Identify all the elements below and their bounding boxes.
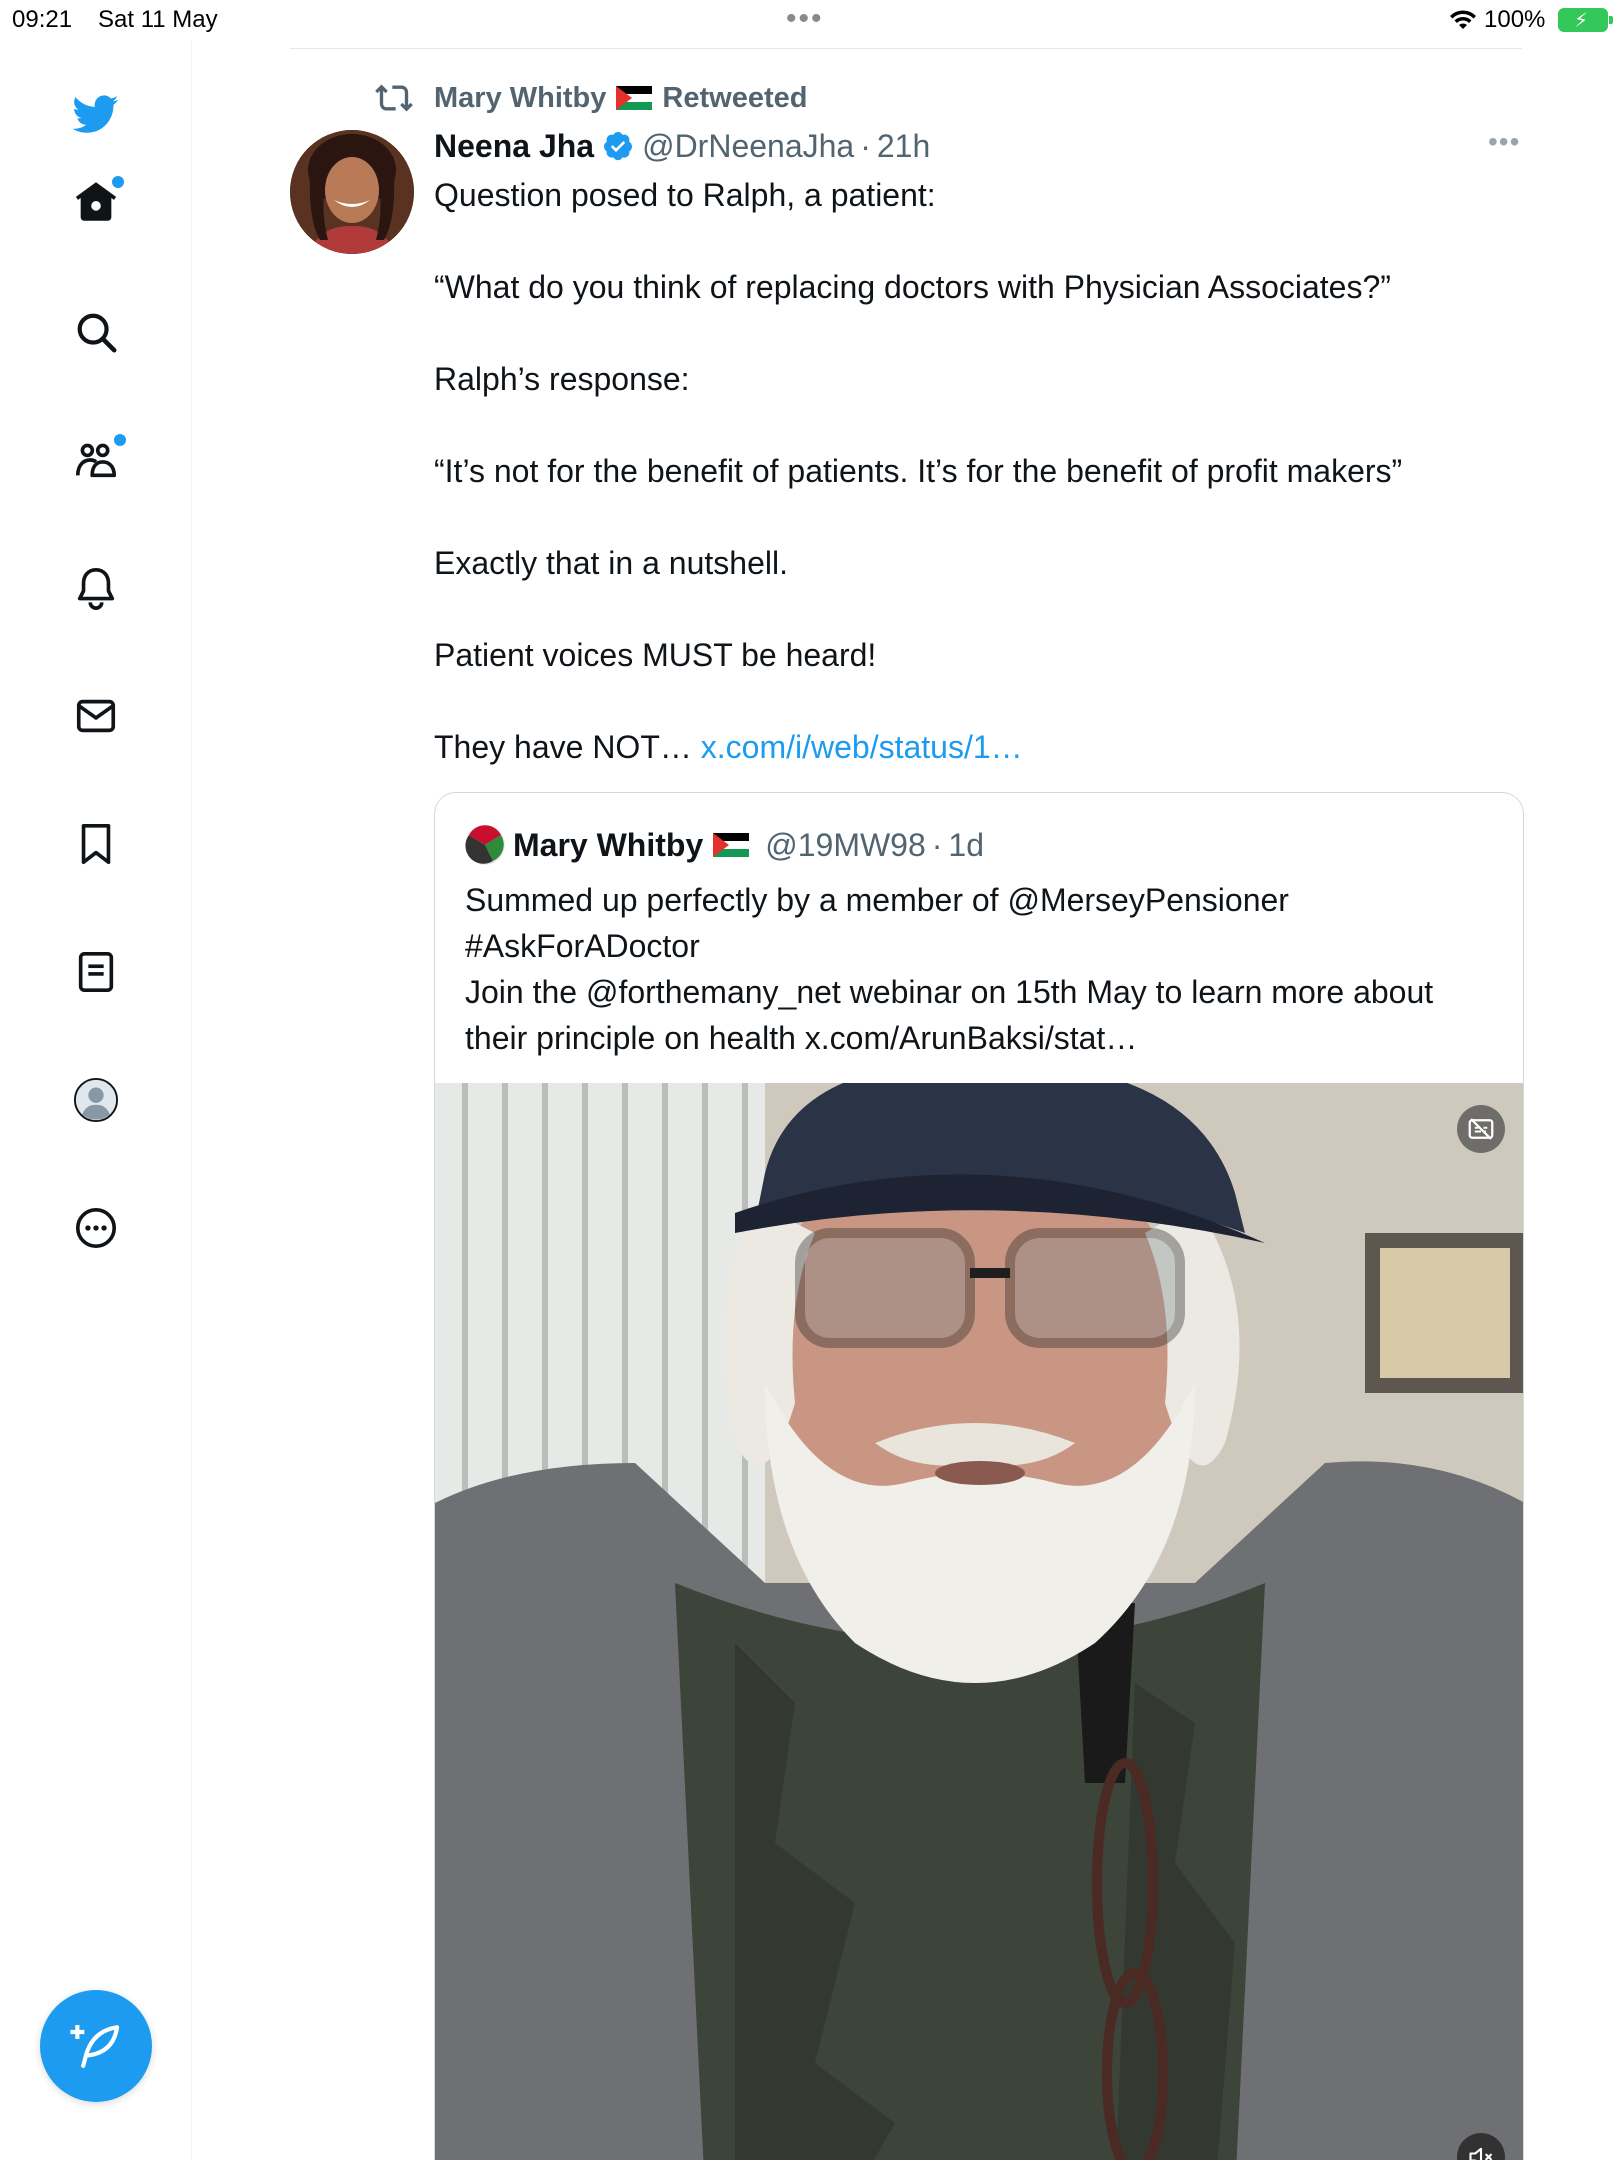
quoted-author-avatar[interactable] (465, 825, 505, 865)
status-bar: 09:21 Sat 11 May ••• 100% ⚡ (0, 0, 1620, 40)
nav-bookmarks[interactable] (66, 814, 126, 874)
tweet-header: Neena Jha @DrNeenaJha · 21h (434, 124, 930, 168)
verified-badge-icon (604, 132, 633, 161)
tweet-text-line: Question posed to Ralph, a patient: (434, 177, 936, 213)
tweet-text-gap (434, 218, 1534, 264)
quoted-header-separator: · (931, 826, 943, 863)
tweet-more-button[interactable]: ••• (1488, 126, 1524, 166)
quoted-text-line: Summed up perfectly by a member of @Mers… (465, 882, 1289, 918)
quoted-tweet-timestamp: 1d (948, 826, 985, 863)
tweet-text-line: Exactly that in a nutshell. (434, 545, 788, 581)
captions-icon (1468, 1118, 1494, 1140)
wifi-icon (1450, 10, 1476, 29)
tweet-body: Question posed to Ralph, a patient: “Wha… (434, 172, 1534, 770)
twitter-logo-icon[interactable] (66, 84, 126, 144)
palestine-flag-icon (713, 833, 750, 857)
tweet-text-last-line: They have NOT… x.com/i/web/status/1… (434, 724, 1534, 770)
retweeter-name[interactable]: Mary Whitby (434, 82, 606, 115)
quoted-tweet[interactable]: Mary Whitby @19MW98 · 1d Summed up perfe… (434, 792, 1524, 2160)
nav-messages[interactable] (66, 686, 126, 746)
quoted-text-line: Join the @forthemany_net webinar on 15th… (465, 974, 1434, 1010)
tweet-text-gap (434, 494, 1534, 540)
tweet-text-line: “It’s not for the benefit of patients. I… (434, 453, 1403, 489)
captions-button[interactable] (1457, 1105, 1505, 1153)
list-icon (78, 951, 114, 993)
retweet-icon (375, 84, 413, 112)
video-player[interactable] (435, 1083, 1523, 2160)
tweet-text-line: Patient voices MUST be heard! (434, 637, 877, 673)
header-separator: · (860, 127, 871, 164)
nav-more[interactable] (66, 1198, 126, 1258)
more-circle-icon (75, 1207, 117, 1249)
tweet-text-gap (434, 402, 1534, 448)
top-divider (290, 48, 1522, 49)
tweet-text-gap (434, 310, 1534, 356)
battery-icon: ⚡ (1558, 8, 1613, 32)
tweet-text-line: “What do you think of replacing doctors … (434, 269, 1391, 305)
video-frame-man-in-cap (435, 1083, 1523, 2160)
speaker-muted-icon (1469, 2147, 1493, 2160)
nav-notifications[interactable] (66, 558, 126, 618)
status-time: 09:21 (12, 6, 73, 33)
search-icon (77, 313, 117, 353)
author-handle[interactable]: @DrNeenaJha (642, 128, 854, 165)
communities-icon (75, 443, 117, 478)
tweet-text-line: Ralph’s response: (434, 361, 690, 397)
palestine-flag-icon (616, 86, 653, 110)
status-date: Sat 11 May (98, 6, 218, 33)
communities-badge-dot (114, 434, 126, 446)
tweet-text-gap (434, 586, 1534, 632)
nav-communities[interactable] (66, 430, 126, 490)
envelope-icon (76, 699, 116, 733)
author-name[interactable]: Neena Jha (434, 128, 594, 165)
battery-percent: 100% (1484, 6, 1546, 33)
sidebar-nav (0, 40, 192, 2160)
quoted-tweet-body: Summed up perfectly by a member of @Mers… (465, 877, 1505, 1061)
profile-icon (73, 1077, 119, 1123)
author-avatar[interactable] (290, 130, 414, 254)
retweet-context[interactable]: Mary Whitby Retweeted (374, 78, 807, 118)
tweet-text-truncated: They have NOT… (434, 729, 701, 765)
nav-search[interactable] (66, 302, 126, 362)
quoted-text-line: their principle on health x.com/ArunBaks… (465, 1020, 1138, 1056)
quoted-author-name[interactable]: Mary Whitby (513, 827, 703, 864)
bookmark-icon (81, 823, 111, 865)
multitasking-dots[interactable]: ••• (786, 2, 824, 36)
tweet-text-gap (434, 678, 1534, 724)
retweeted-label: Retweeted (662, 81, 808, 114)
compose-button[interactable] (40, 1990, 152, 2102)
home-icon (75, 182, 117, 221)
nav-home[interactable] (66, 172, 126, 232)
quoted-text-line: #AskForADoctor (465, 928, 700, 964)
quoted-tweet-header: Mary Whitby @19MW98 · 1d (465, 823, 984, 867)
nav-profile[interactable] (66, 1070, 126, 1130)
quoted-author-handle[interactable]: @19MW98 (765, 827, 926, 864)
tweet-timestamp[interactable]: 21h (877, 128, 930, 165)
home-badge-dot (112, 176, 124, 188)
bell-icon (77, 567, 115, 610)
show-more-link[interactable]: x.com/i/web/status/1… (701, 729, 1023, 765)
nav-lists[interactable] (66, 942, 126, 1002)
compose-feather-icon (70, 2025, 120, 2068)
